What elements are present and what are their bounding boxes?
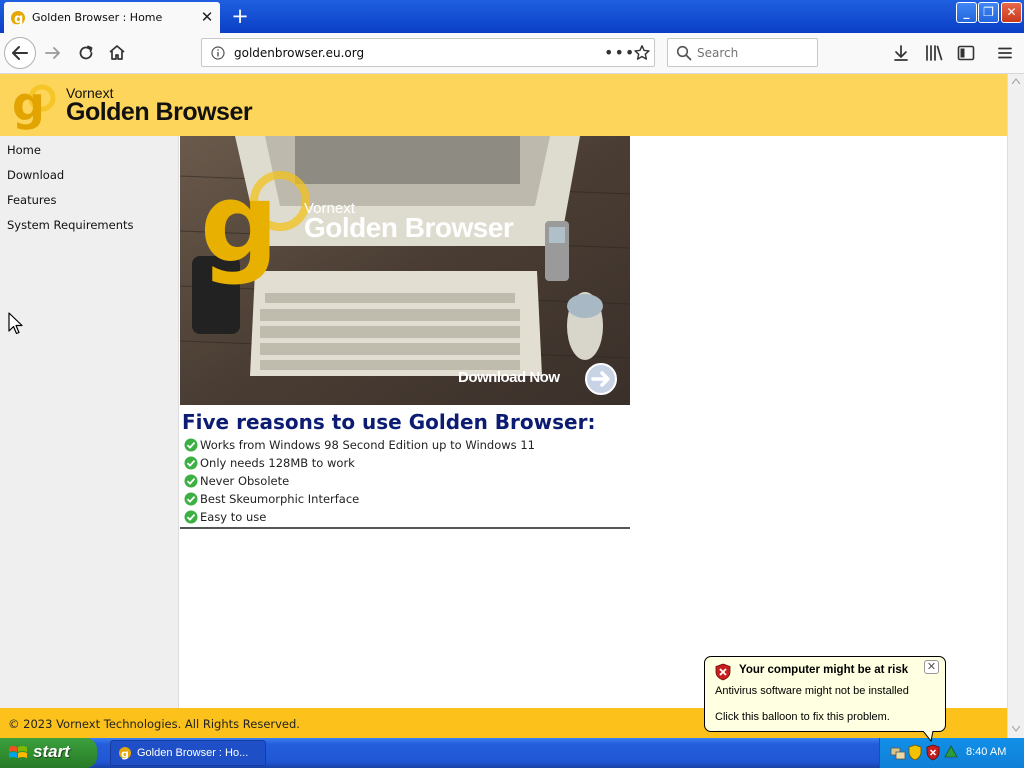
security-shield-icon bbox=[715, 663, 731, 681]
reason-text: Works from Windows 98 Second Edition up … bbox=[200, 437, 535, 452]
scroll-up-arrow-icon[interactable] bbox=[1012, 78, 1020, 84]
page-actions-menu-icon[interactable]: ••• bbox=[604, 43, 635, 62]
check-circle-icon bbox=[184, 438, 198, 451]
tab-golden-browser-home[interactable]: g Golden Browser : Home ✕ bbox=[4, 2, 220, 33]
minimize-button[interactable]: _ bbox=[956, 2, 977, 23]
search-input[interactable]: Search bbox=[667, 38, 818, 67]
sidebar-item-system-requirements[interactable]: System Requirements bbox=[7, 218, 134, 232]
reasons-heading: Five reasons to use Golden Browser: bbox=[182, 410, 596, 434]
sidebar-icon bbox=[957, 45, 975, 61]
main-menu-button[interactable] bbox=[990, 38, 1020, 68]
balloon-close-button[interactable]: ✕ bbox=[924, 660, 939, 674]
back-button[interactable] bbox=[4, 37, 36, 69]
maximize-button[interactable]: ❐ bbox=[978, 2, 999, 23]
library-button[interactable] bbox=[919, 38, 949, 68]
check-circle-icon bbox=[184, 492, 198, 505]
security-alert-red-shield-icon[interactable] bbox=[926, 744, 940, 761]
svg-text:g: g bbox=[200, 159, 279, 287]
home-button[interactable] bbox=[102, 38, 132, 68]
list-item: Best Skeumorphic Interface bbox=[184, 490, 359, 507]
sidebar-item-home[interactable]: Home bbox=[7, 143, 41, 157]
url-text[interactable]: goldenbrowser.eu.org bbox=[234, 46, 364, 60]
balloon-action-text[interactable]: Click this balloon to fix this problem. bbox=[715, 711, 890, 723]
web-page: g Vornext Golden Browser Home Download F… bbox=[0, 74, 1007, 738]
windows-logo-icon bbox=[9, 746, 27, 758]
library-icon bbox=[926, 45, 943, 61]
check-circle-icon bbox=[184, 510, 198, 523]
site-sidebar: Home Download Features System Requiremen… bbox=[0, 136, 179, 708]
download-now-label[interactable]: Download Now bbox=[458, 369, 560, 386]
close-window-button[interactable]: ✕ bbox=[1001, 2, 1022, 23]
reason-text: Best Skeumorphic Interface bbox=[200, 491, 360, 506]
navigation-toolbar: goldenbrowser.eu.org ••• Search bbox=[0, 33, 1024, 74]
taskbar: start g Golden Browser : Ho... 8:40 AM bbox=[0, 738, 1024, 768]
update-icon[interactable] bbox=[943, 744, 959, 761]
svg-text:g: g bbox=[12, 80, 45, 130]
bookmark-star-icon[interactable] bbox=[633, 44, 651, 62]
sidebar-item-features[interactable]: Features bbox=[7, 193, 56, 207]
list-item: Works from Windows 98 Second Edition up … bbox=[184, 436, 535, 453]
home-icon bbox=[109, 45, 125, 60]
forward-button[interactable] bbox=[38, 38, 68, 68]
url-bar[interactable]: goldenbrowser.eu.org ••• bbox=[201, 38, 655, 67]
start-label: start bbox=[33, 742, 70, 761]
sidebar-toggle-button[interactable] bbox=[951, 38, 981, 68]
forward-arrow-icon bbox=[45, 47, 60, 59]
divider bbox=[180, 527, 630, 529]
reason-text: Never Obsolete bbox=[200, 473, 290, 488]
reload-button[interactable] bbox=[71, 38, 101, 68]
reason-text: Only needs 128MB to work bbox=[200, 455, 355, 470]
copyright-text: © 2023 Vornext Technologies. All Rights … bbox=[8, 717, 300, 731]
balloon-pointer bbox=[923, 731, 934, 743]
security-alert-balloon[interactable]: Your computer might be at risk ✕ Antivir… bbox=[704, 656, 946, 743]
page-scrollbar[interactable] bbox=[1007, 74, 1024, 738]
hamburger-menu-icon bbox=[998, 47, 1012, 59]
browser-title-bar: g Golden Browser : Home ✕ + _ ❐ ✕ bbox=[0, 0, 1024, 33]
back-arrow-icon bbox=[12, 46, 28, 60]
golden-browser-app-icon: g bbox=[119, 747, 131, 761]
svg-text:g: g bbox=[14, 12, 23, 26]
download-banner[interactable]: g Vornext Golden Browser Download Now bbox=[180, 136, 630, 405]
start-button[interactable]: start bbox=[0, 738, 97, 768]
golden-browser-logo-icon[interactable]: g bbox=[12, 80, 58, 130]
reload-icon bbox=[79, 45, 93, 60]
list-item: Only needs 128MB to work bbox=[184, 454, 355, 471]
network-icon[interactable] bbox=[890, 745, 906, 761]
clock[interactable]: 8:40 AM bbox=[966, 746, 1006, 758]
search-placeholder: Search bbox=[697, 46, 739, 60]
sidebar-item-download[interactable]: Download bbox=[7, 168, 64, 182]
list-item: Never Obsolete bbox=[184, 472, 289, 489]
balloon-title: Your computer might be at risk bbox=[739, 664, 909, 676]
mouse-pointer-icon bbox=[8, 312, 23, 335]
golden-browser-favicon-icon: g bbox=[11, 11, 25, 26]
banner-illustration: g bbox=[180, 136, 630, 405]
site-header: g Vornext Golden Browser bbox=[0, 74, 1007, 136]
tab-close-icon[interactable]: ✕ bbox=[198, 8, 216, 26]
balloon-message: Antivirus software might not be installe… bbox=[715, 685, 909, 697]
brand-product-name: Golden Browser bbox=[66, 98, 253, 126]
download-arrow-circle-icon[interactable] bbox=[584, 362, 618, 396]
downloads-button[interactable] bbox=[886, 38, 916, 68]
banner-product-name: Golden Browser bbox=[304, 212, 514, 243]
check-circle-icon bbox=[184, 456, 198, 469]
tab-title: Golden Browser : Home bbox=[32, 11, 163, 24]
check-circle-icon bbox=[184, 474, 198, 487]
search-icon bbox=[676, 45, 692, 61]
info-icon[interactable] bbox=[211, 46, 225, 60]
list-item: Easy to use bbox=[184, 508, 266, 525]
reason-text: Easy to use bbox=[200, 509, 267, 524]
taskbar-item-label: Golden Browser : Ho... bbox=[137, 747, 249, 759]
security-center-shield-icon[interactable] bbox=[908, 744, 922, 761]
new-tab-button[interactable]: + bbox=[228, 5, 252, 27]
svg-text:g: g bbox=[121, 748, 129, 761]
taskbar-item-golden-browser[interactable]: g Golden Browser : Ho... bbox=[110, 740, 266, 766]
scroll-down-arrow-icon[interactable] bbox=[1012, 726, 1020, 732]
download-arrow-icon bbox=[894, 45, 908, 61]
system-tray: 8:40 AM bbox=[879, 738, 1024, 768]
